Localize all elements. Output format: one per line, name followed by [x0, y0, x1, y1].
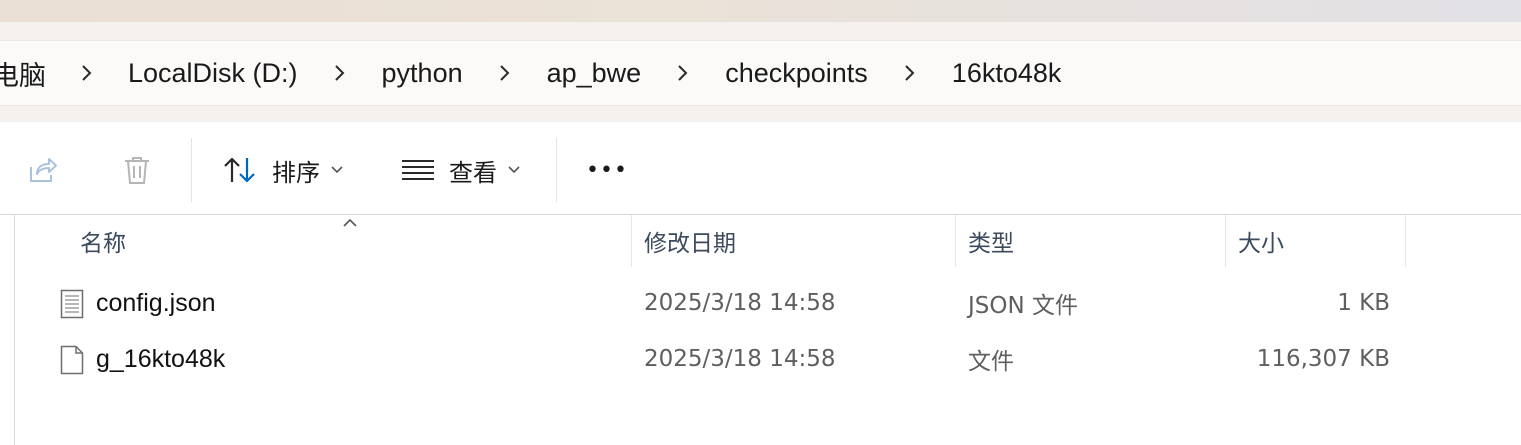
chevron-down-icon: [507, 165, 521, 175]
breadcrumb-item-16kto48k[interactable]: 16kto48k: [952, 58, 1062, 89]
chevron-right-icon[interactable]: [463, 41, 547, 105]
file-type: JSON 文件: [968, 293, 1079, 319]
column-divider[interactable]: [631, 215, 632, 267]
more-options-button[interactable]: •••: [586, 144, 628, 196]
file-explorer-window: 电脑 LocalDisk (D:) python ap_bwe checkpoi…: [0, 0, 1521, 445]
sort-button[interactable]: 排序: [222, 144, 344, 196]
chevron-down-icon: [330, 165, 344, 175]
chevron-right-icon[interactable]: [868, 41, 952, 105]
chevron-right-icon[interactable]: [298, 41, 382, 105]
column-divider[interactable]: [1405, 215, 1406, 267]
file-type: 文件: [968, 349, 1014, 375]
view-list-icon: [401, 157, 435, 183]
breadcrumb-item-python[interactable]: python: [382, 58, 463, 89]
file-size: 116,307 KB: [1256, 346, 1390, 372]
address-bar[interactable]: 电脑 LocalDisk (D:) python ap_bwe checkpoi…: [0, 40, 1521, 106]
trash-icon[interactable]: [117, 150, 157, 190]
text-file-icon: [60, 289, 84, 324]
share-icon[interactable]: [22, 150, 62, 190]
column-header-row: 名称 修改日期 类型 大小: [0, 215, 1521, 267]
breadcrumb: 电脑 LocalDisk (D:) python ap_bwe checkpoi…: [0, 41, 1061, 105]
blank-file-icon: [60, 345, 84, 380]
file-list: 名称 修改日期 类型 大小 config.json 2025/3/18 14:5…: [0, 215, 1521, 445]
file-name[interactable]: g_16kto48k: [96, 332, 225, 386]
breadcrumb-item-checkpoints[interactable]: checkpoints: [725, 58, 868, 89]
column-header-size[interactable]: 大小: [1238, 215, 1398, 267]
column-header-type[interactable]: 类型: [968, 215, 1218, 267]
chevron-right-icon[interactable]: [641, 41, 725, 105]
toolbar-divider: [191, 138, 192, 202]
file-modified: 2025/3/18 14:58: [644, 290, 836, 316]
sort-arrows-icon: [222, 154, 258, 186]
command-bar: 排序 查看 •••: [0, 122, 1521, 215]
file-size: 1 KB: [1337, 290, 1390, 316]
breadcrumb-item-localdisk[interactable]: LocalDisk (D:): [128, 58, 298, 89]
column-divider[interactable]: [1225, 215, 1226, 267]
sort-label: 排序: [272, 158, 320, 187]
file-row[interactable]: g_16kto48k 2025/3/18 14:58 文件 116,307 KB: [0, 332, 1521, 386]
address-region: 电脑 LocalDisk (D:) python ap_bwe checkpoi…: [0, 22, 1521, 122]
file-row[interactable]: config.json 2025/3/18 14:58 JSON 文件 1 KB: [0, 276, 1521, 330]
column-header-modified[interactable]: 修改日期: [644, 215, 944, 267]
breadcrumb-item-pc[interactable]: 电脑: [0, 54, 46, 93]
chevron-right-icon[interactable]: [46, 41, 128, 105]
breadcrumb-item-ap-bwe[interactable]: ap_bwe: [547, 58, 642, 89]
view-button[interactable]: 查看: [401, 144, 521, 196]
column-divider[interactable]: [955, 215, 956, 267]
title-strip: [0, 0, 1521, 22]
column-header-name[interactable]: 名称: [80, 215, 620, 267]
file-name[interactable]: config.json: [96, 276, 216, 330]
view-label: 查看: [449, 158, 497, 187]
more-icon: •••: [586, 157, 628, 183]
file-modified: 2025/3/18 14:58: [644, 346, 836, 372]
toolbar-divider: [556, 138, 557, 202]
